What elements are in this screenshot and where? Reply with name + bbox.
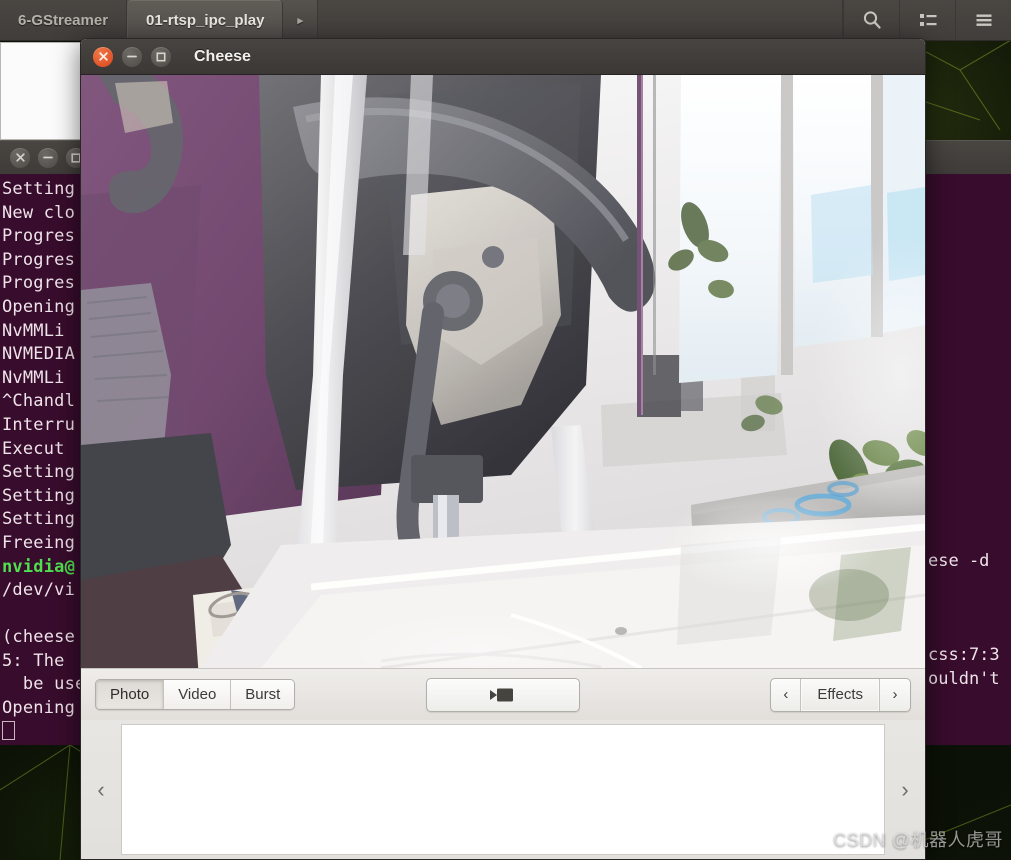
cheese-titlebar[interactable]: Cheese	[81, 39, 925, 75]
camera-record-icon	[490, 688, 513, 701]
cheese-toolbar: Photo Video Burst ‹ Effects ›	[81, 668, 925, 720]
terminal-close-button[interactable]	[10, 147, 30, 168]
effects-prev-button[interactable]: ‹	[771, 678, 802, 711]
terminal-line: ouldn't	[928, 669, 1000, 689]
capture-mode-selector: Photo Video Burst	[95, 679, 296, 710]
tab-label: 01-rtsp_ipc_play	[146, 11, 265, 29]
tab-rtsp-ipc-play[interactable]: 01-rtsp_ipc_play	[127, 0, 284, 40]
tab-label: 6-GStreamer	[18, 11, 109, 29]
webcam-feed-image	[81, 75, 925, 668]
close-icon	[98, 52, 108, 61]
webcam-preview[interactable]	[81, 75, 925, 668]
strip-prev-button[interactable]: ‹	[81, 777, 121, 803]
tab-bar-spacer	[317, 0, 843, 40]
capture-button[interactable]	[426, 677, 580, 712]
menu-button[interactable]	[955, 0, 1011, 40]
mode-burst-button[interactable]: Burst	[231, 680, 295, 709]
thumbnail-strip: ‹ ›	[81, 720, 925, 859]
tab-next-arrow-button[interactable]: ▸	[283, 0, 318, 40]
mode-video-button[interactable]: Video	[164, 680, 232, 709]
search-button[interactable]	[843, 0, 899, 40]
effects-button[interactable]: Effects	[801, 678, 880, 711]
search-icon	[863, 11, 881, 29]
close-icon	[15, 153, 25, 162]
terminal-minimize-button[interactable]	[38, 147, 58, 168]
cheese-maximize-button[interactable]	[151, 46, 171, 67]
thumbnail-list[interactable]	[121, 724, 885, 855]
cheese-close-button[interactable]	[93, 46, 113, 67]
cheese-window[interactable]: Cheese Photo Video Burst ‹ Effects › ‹ ›	[80, 38, 926, 860]
maximize-icon	[156, 51, 166, 62]
effects-controls: ‹ Effects ›	[770, 677, 911, 712]
minimize-icon	[127, 55, 137, 58]
mode-photo-button[interactable]: Photo	[96, 680, 165, 709]
terminal-output-right-fragments: ese -d css:7:3 ouldn't	[928, 140, 1011, 745]
tab-gstreamer[interactable]: 6-GStreamer	[0, 0, 128, 40]
top-tab-bar: 6-GStreamer 01-rtsp_ipc_play ▸	[0, 0, 1011, 41]
cursor-block-icon	[2, 720, 15, 740]
terminal-line: ese -d	[928, 551, 990, 571]
terminal-line: css:7:3	[928, 645, 1000, 665]
minimize-icon	[43, 156, 53, 159]
list-view-icon	[919, 14, 936, 26]
cheese-window-title: Cheese	[194, 47, 251, 65]
hamburger-menu-icon	[976, 14, 991, 26]
strip-next-button[interactable]: ›	[885, 777, 925, 803]
chevron-right-icon: ▸	[297, 14, 303, 27]
cheese-minimize-button[interactable]	[122, 46, 142, 67]
effects-next-button[interactable]: ›	[880, 679, 910, 711]
list-view-button[interactable]	[899, 0, 955, 40]
